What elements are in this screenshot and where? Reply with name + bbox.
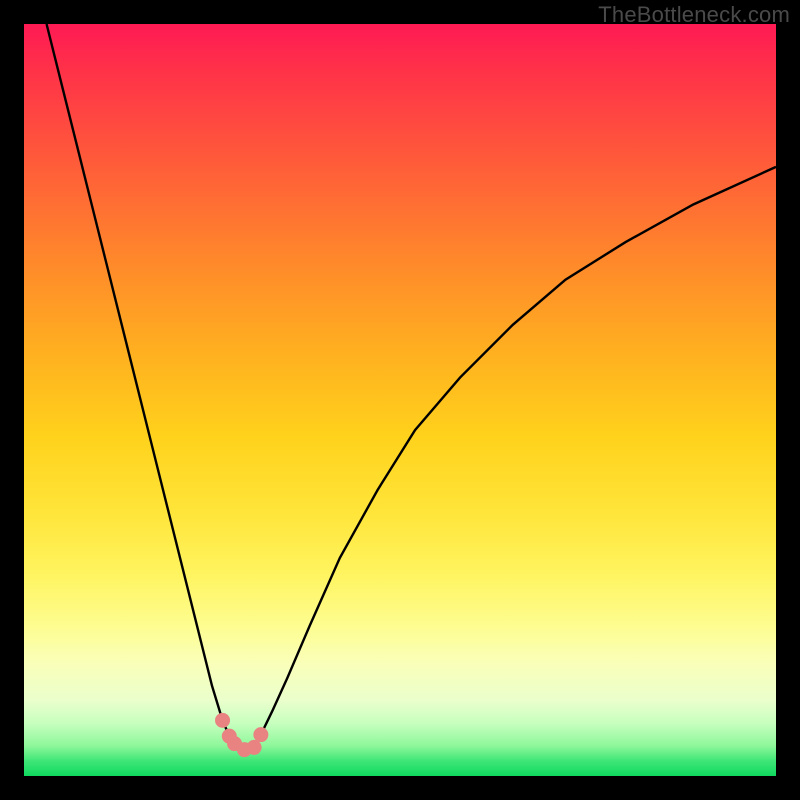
watermark-text: TheBottleneck.com: [598, 2, 790, 28]
curve-markers-group: [216, 713, 268, 756]
curve-marker: [254, 728, 268, 742]
bottleneck-curve-svg: [24, 24, 776, 776]
curve-marker: [216, 713, 230, 727]
curve-marker: [247, 740, 261, 754]
bottleneck-curve-path: [47, 24, 776, 750]
